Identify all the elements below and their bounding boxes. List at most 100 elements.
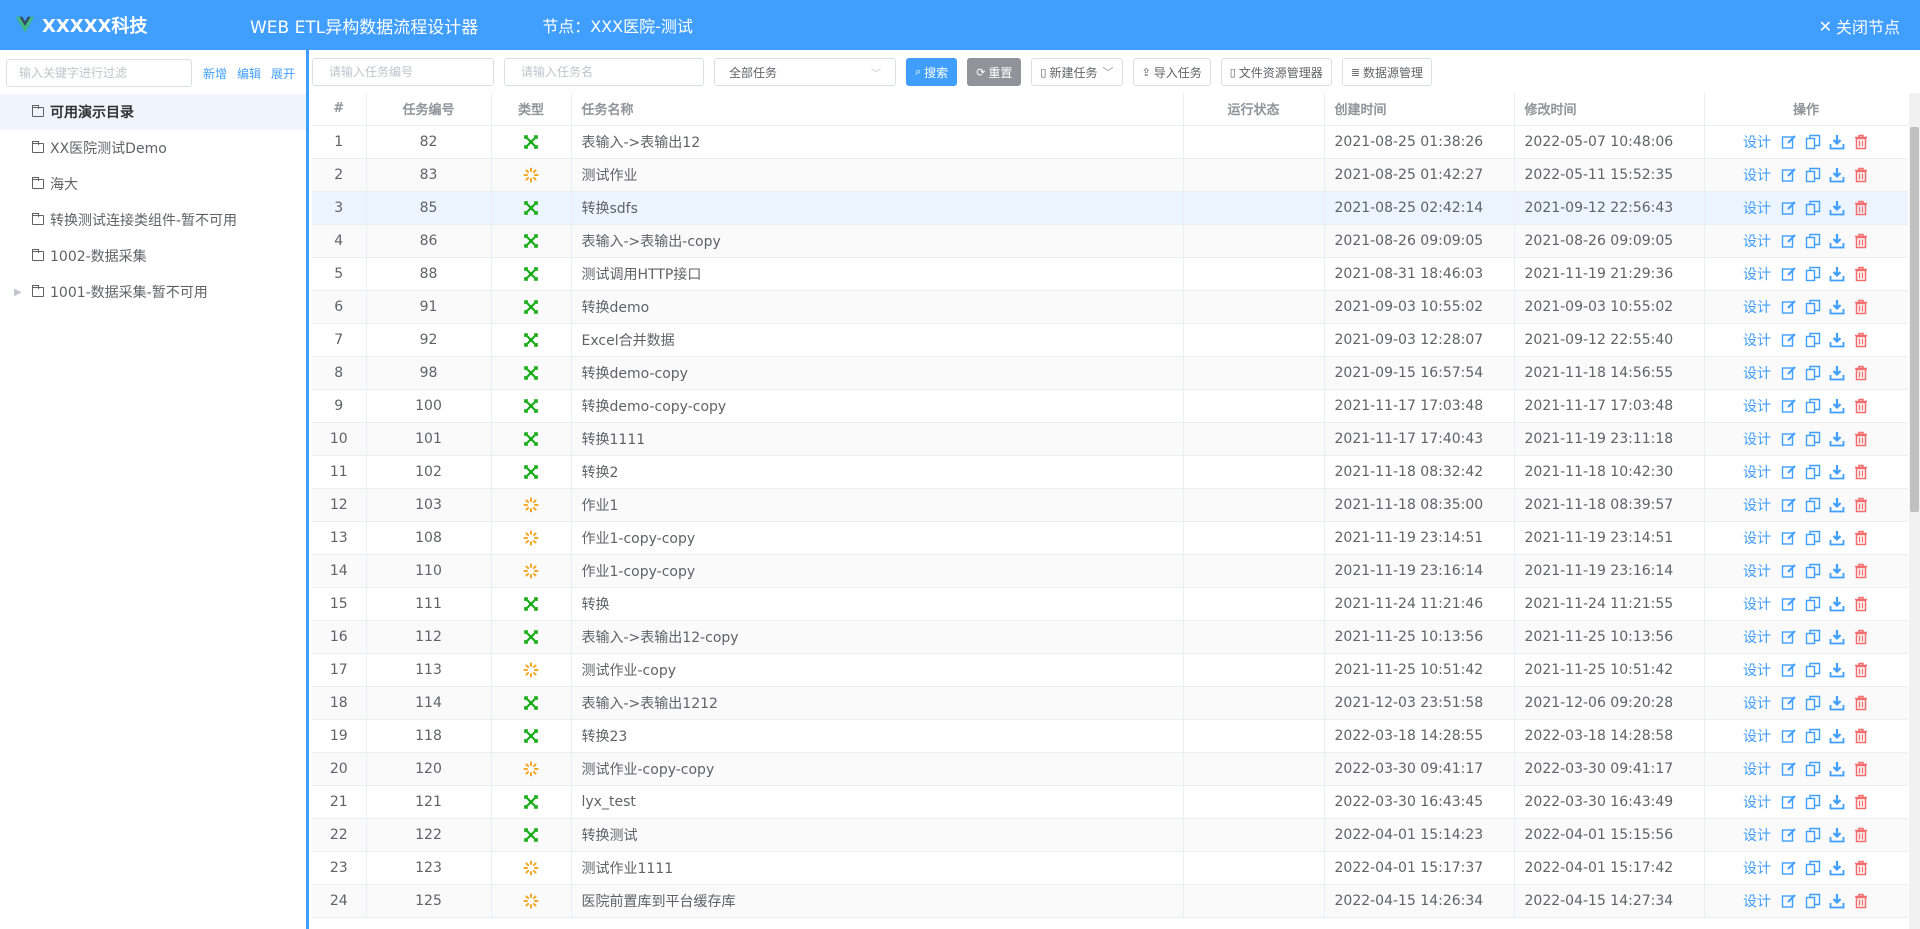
delete-icon[interactable] <box>1853 332 1869 348</box>
download-icon[interactable] <box>1829 398 1845 414</box>
copy-icon[interactable] <box>1805 662 1821 678</box>
delete-icon[interactable] <box>1853 860 1869 876</box>
copy-icon[interactable] <box>1805 431 1821 447</box>
edit-icon[interactable] <box>1781 431 1797 447</box>
edit-icon[interactable] <box>1781 728 1797 744</box>
design-link[interactable]: 设计 <box>1743 528 1771 548</box>
tree-node[interactable]: XX医院测试Demo <box>0 130 306 166</box>
design-link[interactable]: 设计 <box>1743 231 1771 251</box>
table-row[interactable]: 9 100 转换demo-copy-copy 2021-11-17 17:03:48 2… <box>312 389 1908 423</box>
copy-icon[interactable] <box>1805 398 1821 414</box>
copy-icon[interactable] <box>1805 365 1821 381</box>
tree-node[interactable]: 1002-数据采集 <box>0 238 306 274</box>
delete-icon[interactable] <box>1853 563 1869 579</box>
copy-icon[interactable] <box>1805 266 1821 282</box>
edit-icon[interactable] <box>1781 266 1797 282</box>
copy-icon[interactable] <box>1805 200 1821 216</box>
design-link[interactable]: 设计 <box>1743 858 1771 878</box>
download-icon[interactable] <box>1829 200 1845 216</box>
edit-icon[interactable] <box>1781 233 1797 249</box>
edit-icon[interactable] <box>1781 497 1797 513</box>
delete-icon[interactable] <box>1853 596 1869 612</box>
download-icon[interactable] <box>1829 794 1845 810</box>
tree-node[interactable]: 海大 <box>0 166 306 202</box>
delete-icon[interactable] <box>1853 695 1869 711</box>
download-icon[interactable] <box>1829 266 1845 282</box>
task-id-input[interactable] <box>312 58 494 86</box>
table-row[interactable]: 14 110 作业1-copy-copy 2021-11-19 23:16:14 202… <box>312 554 1908 588</box>
delete-icon[interactable] <box>1853 761 1869 777</box>
download-icon[interactable] <box>1829 761 1845 777</box>
design-link[interactable]: 设计 <box>1743 429 1771 449</box>
design-link[interactable]: 设计 <box>1743 627 1771 647</box>
new-task-dropdown[interactable]: ▯ 新建任务 ﹀ <box>1031 58 1123 86</box>
edit-icon[interactable] <box>1781 662 1797 678</box>
tree-node[interactable]: 可用演示目录 <box>0 94 306 130</box>
copy-icon[interactable] <box>1805 761 1821 777</box>
table-row[interactable]: 3 85 转换sdfs 2021-08-25 02:42:14 2021-09-12 2… <box>312 191 1908 225</box>
delete-icon[interactable] <box>1853 299 1869 315</box>
table-row[interactable]: 23 123 测试作业1111 2022-04-01 15:17:37 2022-04-… <box>312 851 1908 885</box>
delete-icon[interactable] <box>1853 629 1869 645</box>
table-row[interactable]: 2 83 测试作业 2021-08-25 01:42:27 2022-05-11 15:… <box>312 158 1908 192</box>
copy-icon[interactable] <box>1805 563 1821 579</box>
download-icon[interactable] <box>1829 134 1845 150</box>
design-link[interactable]: 设计 <box>1743 759 1771 779</box>
download-icon[interactable] <box>1829 299 1845 315</box>
design-link[interactable]: 设计 <box>1743 297 1771 317</box>
table-row[interactable]: 4 86 表输入->表输出-copy 2021-08-26 09:09:05 2021-… <box>312 224 1908 258</box>
download-icon[interactable] <box>1829 167 1845 183</box>
copy-icon[interactable] <box>1805 332 1821 348</box>
search-button[interactable]: ⌕ 搜索 <box>906 58 958 86</box>
table-row[interactable]: 17 113 测试作业-copy 2021-11-25 10:51:42 2021-11… <box>312 653 1908 687</box>
add-folder-link[interactable]: 新增 <box>203 65 227 82</box>
download-icon[interactable] <box>1829 233 1845 249</box>
copy-icon[interactable] <box>1805 827 1821 843</box>
table-row[interactable]: 20 120 测试作业-copy-copy 2022-03-30 09:41:17 20… <box>312 752 1908 786</box>
download-icon[interactable] <box>1829 695 1845 711</box>
edit-icon[interactable] <box>1781 794 1797 810</box>
edit-icon[interactable] <box>1781 134 1797 150</box>
design-link[interactable]: 设计 <box>1743 165 1771 185</box>
delete-icon[interactable] <box>1853 497 1869 513</box>
edit-icon[interactable] <box>1781 200 1797 216</box>
table-row[interactable]: 1 82 表输入->表输出12 2021-08-25 01:38:26 2022-05-… <box>312 125 1908 159</box>
copy-icon[interactable] <box>1805 464 1821 480</box>
copy-icon[interactable] <box>1805 530 1821 546</box>
copy-icon[interactable] <box>1805 299 1821 315</box>
delete-icon[interactable] <box>1853 431 1869 447</box>
delete-icon[interactable] <box>1853 827 1869 843</box>
edit-folder-link[interactable]: 编辑 <box>237 65 261 82</box>
download-icon[interactable] <box>1829 563 1845 579</box>
copy-icon[interactable] <box>1805 497 1821 513</box>
edit-icon[interactable] <box>1781 167 1797 183</box>
table-row[interactable]: 5 88 测试调用HTTP接口 2021-08-31 18:46:03 2021-11-… <box>312 257 1908 291</box>
table-row[interactable]: 24 125 医院前置库到平台缓存库 2022-04-15 14:26:34 2022-… <box>312 884 1908 918</box>
copy-icon[interactable] <box>1805 695 1821 711</box>
table-row[interactable]: 8 98 转换demo-copy 2021-09-15 16:57:54 2021-11… <box>312 356 1908 390</box>
delete-icon[interactable] <box>1853 398 1869 414</box>
download-icon[interactable] <box>1829 332 1845 348</box>
download-icon[interactable] <box>1829 365 1845 381</box>
copy-icon[interactable] <box>1805 728 1821 744</box>
download-icon[interactable] <box>1829 860 1845 876</box>
edit-icon[interactable] <box>1781 860 1797 876</box>
edit-icon[interactable] <box>1781 629 1797 645</box>
edit-icon[interactable] <box>1781 563 1797 579</box>
task-type-select[interactable]: 全部任务 ﹀ <box>714 58 896 86</box>
task-name-input[interactable] <box>504 58 704 86</box>
tree-node[interactable]: ▶ 1001-数据采集-暂不可用 <box>0 274 306 310</box>
table-row[interactable]: 10 101 转换1111 2021-11-17 17:40:43 2021-11-19… <box>312 422 1908 456</box>
copy-icon[interactable] <box>1805 629 1821 645</box>
design-link[interactable]: 设计 <box>1743 825 1771 845</box>
table-row[interactable]: 15 111 转换 2021-11-24 11:21:46 2021-11-24 11:… <box>312 587 1908 621</box>
table-row[interactable]: 22 122 转换测试 2022-04-01 15:14:23 2022-04-01 1… <box>312 818 1908 852</box>
design-link[interactable]: 设计 <box>1743 330 1771 350</box>
design-link[interactable]: 设计 <box>1743 396 1771 416</box>
table-row[interactable]: 21 121 lyx_test 2022-03-30 16:43:45 2022-03-… <box>312 785 1908 819</box>
close-node-button[interactable]: ✕ 关闭节点 <box>1819 14 1900 38</box>
design-link[interactable]: 设计 <box>1743 363 1771 383</box>
copy-icon[interactable] <box>1805 596 1821 612</box>
reset-button[interactable]: ⟳ 重置 <box>967 58 1022 86</box>
download-icon[interactable] <box>1829 530 1845 546</box>
